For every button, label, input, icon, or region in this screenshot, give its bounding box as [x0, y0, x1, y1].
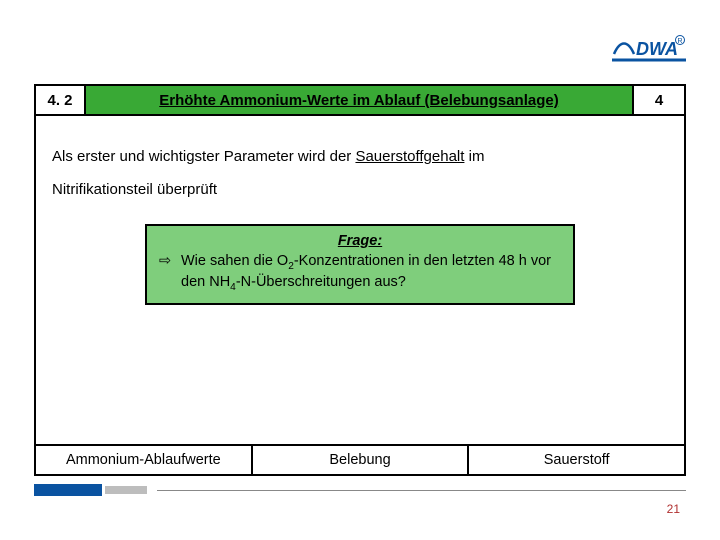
section-number: 4. 2 [36, 86, 86, 114]
question-heading: Frage: [159, 232, 561, 252]
svg-text:R: R [677, 38, 682, 45]
bar-line [157, 490, 686, 491]
body-line1-c: im [464, 148, 484, 165]
bar-blue [34, 484, 102, 496]
bar-grey [105, 486, 147, 494]
question-text: Wie sahen die O2-Konzentrationen in den … [181, 252, 561, 295]
body-line1-a: Als erster und wichtigster Parameter wir… [52, 148, 355, 165]
body-text: Als erster und wichtigster Parameter wir… [36, 116, 684, 206]
slide-number: 21 [667, 502, 680, 516]
arrow-icon: ⇨ [159, 252, 181, 295]
footer-cell-1: Ammonium-Ablaufwerte [36, 446, 253, 474]
footer-cell-3: Sauerstoff [469, 446, 684, 474]
body-line1-keyword: Sauerstoffgehalt [355, 148, 464, 165]
footer-cell-2: Belebung [253, 446, 470, 474]
svg-text:DWA: DWA [636, 39, 678, 59]
dwa-logo: DWA R [612, 34, 686, 64]
page-in-section: 4 [634, 86, 684, 114]
slide-title: Erhöhte Ammonium-Werte im Ablauf (Belebu… [86, 86, 634, 114]
slide-frame: 4. 2 Erhöhte Ammonium-Werte im Ablauf (B… [34, 84, 686, 476]
footer-row: Ammonium-Ablaufwerte Belebung Sauerstoff [36, 444, 684, 474]
decorative-bar [34, 484, 686, 496]
body-line2: Nitrifikationsteil überprüft [52, 173, 668, 206]
question-box: Frage: ⇨ Wie sahen die O2-Konzentratione… [145, 224, 575, 305]
header-row: 4. 2 Erhöhte Ammonium-Werte im Ablauf (B… [36, 86, 684, 116]
